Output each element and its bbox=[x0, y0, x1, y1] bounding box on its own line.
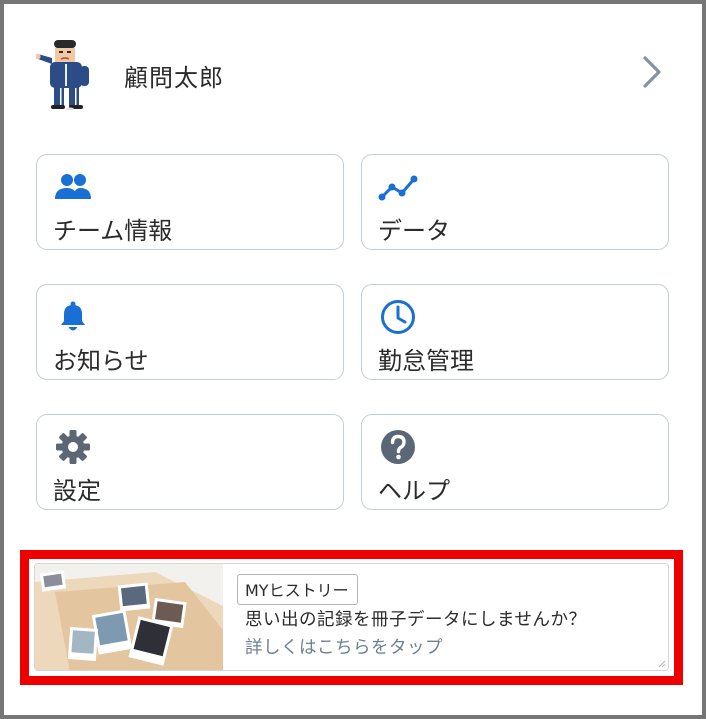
menu-tile-team-info[interactable]: チーム情報 bbox=[36, 154, 344, 250]
banner-tag: MYヒストリー bbox=[237, 574, 358, 605]
people-icon bbox=[55, 174, 91, 199]
menu-tile-help[interactable]: ヘルプ bbox=[361, 414, 669, 510]
photo-album-image bbox=[35, 564, 223, 670]
menu-tile-notifications[interactable]: お知らせ bbox=[36, 284, 344, 380]
banner-link[interactable]: 詳しくはこちらをタップ bbox=[245, 634, 443, 659]
menu-tile-settings[interactable]: 設定 bbox=[36, 414, 344, 510]
clock-icon bbox=[381, 300, 415, 334]
menu-label: ヘルプ bbox=[378, 477, 450, 505]
menu-label: データ bbox=[378, 217, 450, 245]
menu-label: 設定 bbox=[53, 477, 101, 505]
gear-icon bbox=[56, 430, 90, 464]
menu-label: チーム情報 bbox=[53, 217, 173, 245]
user-name: 顧問太郎 bbox=[124, 64, 224, 92]
bell-icon bbox=[61, 301, 85, 331]
menu-label: 勤怠管理 bbox=[378, 347, 474, 375]
my-history-banner[interactable]: MYヒストリー 思い出の記録を冊子データにしませんか？ 詳しくはこちらをタップ bbox=[34, 563, 669, 671]
trend-line-icon bbox=[378, 175, 418, 201]
menu-label: お知らせ bbox=[53, 347, 149, 375]
question-icon bbox=[381, 430, 415, 464]
coach-avatar-icon bbox=[36, 40, 89, 110]
menu-tile-attendance[interactable]: 勤怠管理 bbox=[361, 284, 669, 380]
banner-text: 思い出の記録を冊子データにしませんか？ bbox=[245, 610, 587, 630]
profile-row[interactable]: 顧問太郎 bbox=[36, 30, 672, 114]
chevron-right-icon bbox=[643, 56, 661, 88]
resize-corner-icon bbox=[658, 660, 666, 668]
menu-tile-data[interactable]: データ bbox=[361, 154, 669, 250]
